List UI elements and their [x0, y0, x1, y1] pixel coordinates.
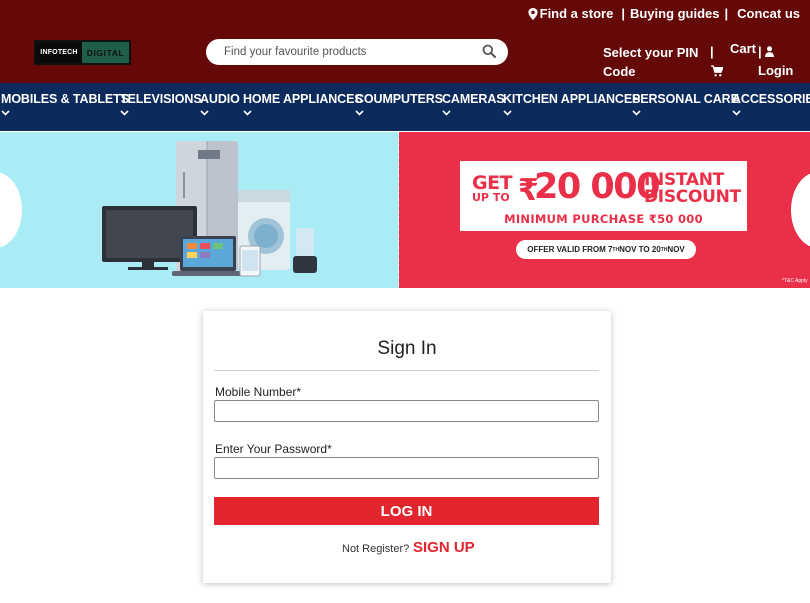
chevron-down-icon[interactable] — [355, 110, 364, 116]
chevron-down-icon[interactable] — [503, 110, 512, 116]
select-pin-code-link[interactable]: Select your PIN Code — [603, 43, 703, 81]
offer-upto-text: UP TO — [472, 191, 510, 204]
appliances-illustration — [102, 141, 317, 277]
login-link[interactable]: Login — [758, 63, 793, 78]
blender-illustration — [296, 228, 314, 256]
divider — [214, 370, 599, 371]
offer-valid-text: NOV TO 20 — [619, 245, 661, 254]
nav-item-accessories[interactable]: ACCESSORIES — [732, 92, 810, 106]
separator: | — [621, 6, 625, 21]
separator: | — [758, 44, 762, 59]
offer-valid-sup: TH — [660, 246, 668, 253]
offer-minimum-purchase: MINIMUM PURCHASE ₹50 000 — [504, 212, 703, 226]
logo-text-infotech: INFOTECH — [36, 42, 82, 63]
chevron-down-icon[interactable] — [243, 110, 252, 116]
search-bar — [206, 39, 508, 65]
offer-instant-discount: INSTANT DISCOUNT — [644, 172, 741, 206]
nav-item-televisions[interactable]: TELEVISIONS — [120, 92, 202, 106]
terms-apply-text: *T&C Apply — [782, 278, 808, 284]
nav-item-kitchen-appliances[interactable]: KITCHEN APPLIANCES — [503, 92, 640, 106]
user-icon[interactable] — [765, 46, 774, 57]
map-pin-icon — [528, 7, 538, 20]
mobile-number-label: Mobile Number* — [215, 385, 302, 399]
chevron-down-icon[interactable] — [442, 110, 451, 116]
login-button[interactable]: LOG IN — [214, 497, 599, 525]
separator: | — [710, 44, 714, 59]
cart-icon[interactable] — [711, 65, 723, 77]
nav-item-personal-care[interactable]: PERSONAL CARE — [632, 92, 739, 106]
offer-card: GET UP TO ₹ 20 000 INSTANT DISCOUNT MINI… — [460, 161, 747, 231]
nav-item-computers[interactable]: COUMPUTERS — [355, 92, 443, 106]
password-field[interactable] — [214, 457, 599, 479]
cart-link[interactable]: Cart — [730, 41, 756, 56]
chevron-down-icon[interactable] — [732, 110, 741, 116]
contact-us-link[interactable]: Concat us — [737, 6, 800, 21]
nav-item-cameras[interactable]: CAMERAS — [442, 92, 505, 106]
offer-amount: 20 000 — [534, 167, 660, 207]
buying-guides-link[interactable]: Buying guides — [630, 6, 720, 21]
promo-banner[interactable]: GET UP TO ₹ 20 000 INSTANT DISCOUNT MINI… — [0, 132, 810, 288]
not-register-text: Not Register? — [342, 543, 410, 555]
offer-valid-text: NOV — [667, 245, 685, 254]
banner-appliances-panel — [0, 132, 400, 288]
search-icon[interactable] — [482, 44, 496, 58]
sign-in-card: Sign In Mobile Number* Enter Your Passwo… — [203, 311, 611, 583]
chevron-down-icon[interactable] — [632, 110, 641, 116]
site-header: Find a store | Buying guides | Concat us… — [0, 0, 810, 83]
nav-item-mobiles-tablets[interactable]: MOBILES & TABLETS — [1, 92, 129, 106]
logo-text-digital: DIGITAL — [82, 42, 129, 63]
offer-valid-text: OFFER VALID FROM 7 — [527, 245, 613, 254]
sign-up-link[interactable]: SIGN UP — [413, 539, 475, 556]
nav-item-audio[interactable]: AUDIO — [200, 92, 240, 106]
separator: | — [724, 6, 729, 21]
nav-item-home-appliances[interactable]: HOME APPLIANCES — [243, 92, 363, 106]
chevron-down-icon[interactable] — [1, 110, 10, 116]
mobile-number-field[interactable] — [214, 400, 599, 422]
offer-discount-text: DISCOUNT — [644, 187, 741, 207]
password-label: Enter Your Password* — [215, 442, 332, 456]
offer-validity-pill: OFFER VALID FROM 7 TH NOV TO 20 TH NOV — [516, 240, 696, 259]
top-links: Find a store | Buying guides | Concat us — [528, 6, 800, 21]
chevron-down-icon[interactable] — [120, 110, 129, 116]
category-nav: MOBILES & TABLETS TELEVISIONS AUDIO HOME… — [0, 83, 810, 131]
search-input[interactable] — [224, 43, 474, 61]
site-logo[interactable]: INFOTECH DIGITAL — [34, 40, 131, 65]
offer-get-text: GET — [472, 172, 513, 194]
chevron-down-icon[interactable] — [200, 110, 209, 116]
sign-in-title: Sign In — [377, 338, 437, 359]
offer-valid-sup: TH — [612, 246, 620, 253]
find-store-link[interactable]: Find a store — [540, 6, 614, 21]
